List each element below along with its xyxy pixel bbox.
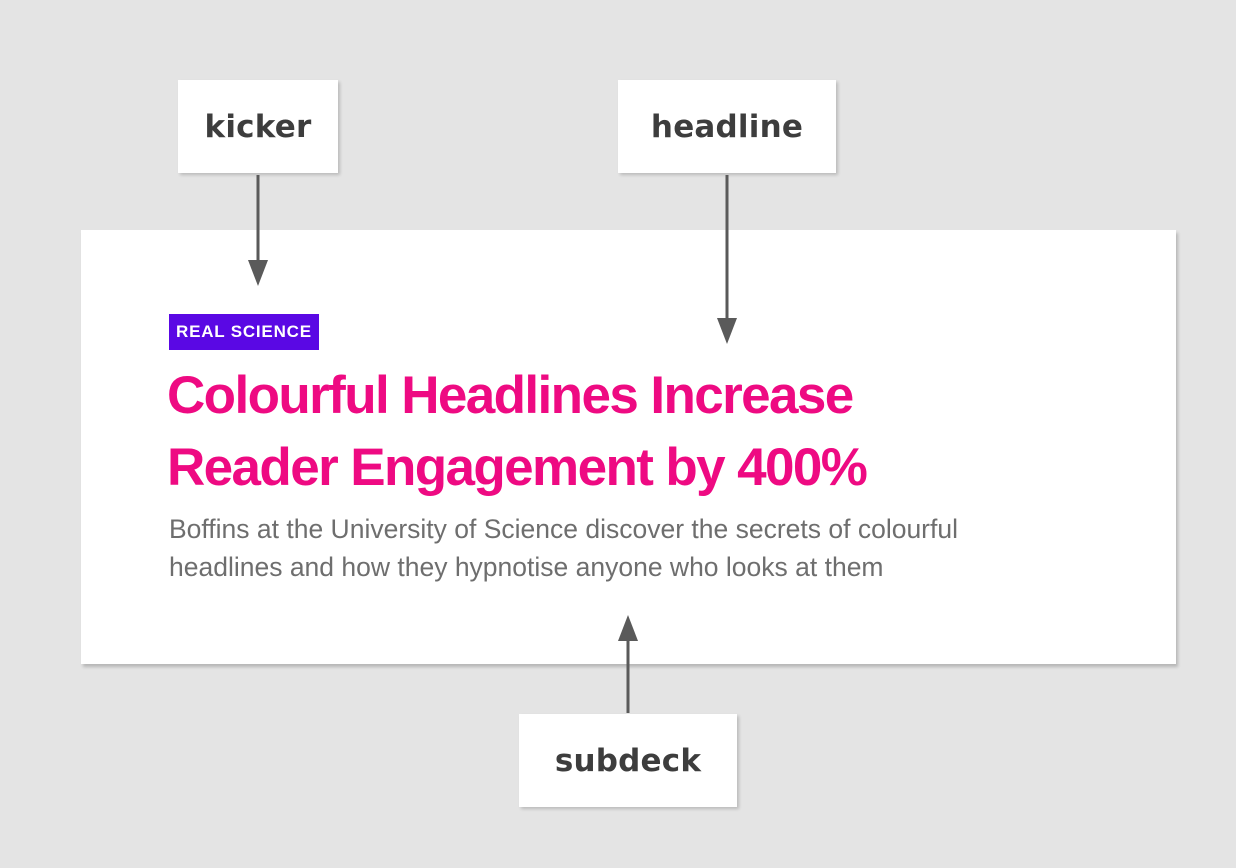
kicker-annotation-label: kicker: [178, 80, 338, 173]
article-subdeck: Boffins at the University of Science dis…: [169, 514, 958, 582]
headline-annotation-label: headline: [618, 80, 836, 173]
article-headline[interactable]: Colourful Headlines Increase Reader Enga…: [167, 360, 987, 504]
subdeck-annotation-label: subdeck: [519, 714, 737, 807]
kicker-tag[interactable]: REAL SCIENCE: [169, 314, 319, 350]
article-card: REAL SCIENCE Colourful Headlines Increas…: [81, 230, 1176, 664]
